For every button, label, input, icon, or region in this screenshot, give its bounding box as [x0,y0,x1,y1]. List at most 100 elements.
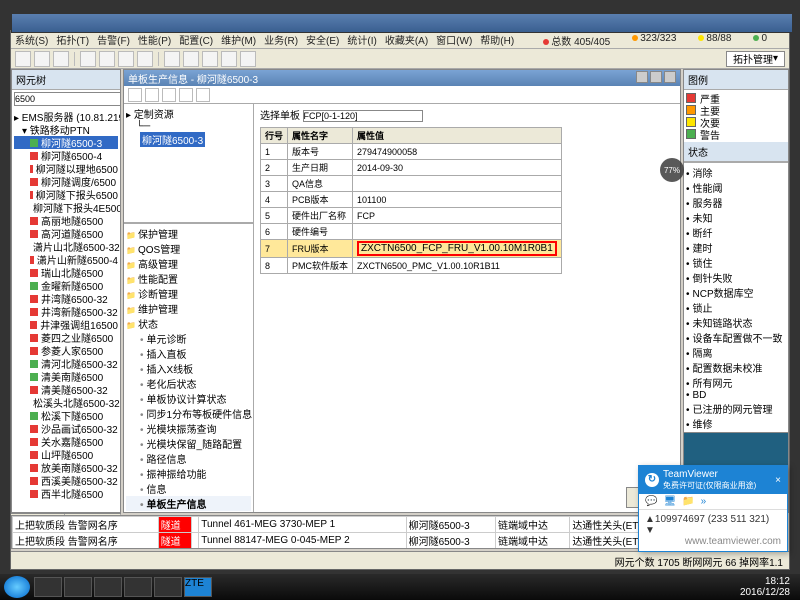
tool-button[interactable] [164,51,180,67]
nav-item[interactable]: 光模块振荡查询 [126,421,251,436]
menu-item[interactable]: 收藏夹(A) [385,32,428,47]
select-board-input[interactable] [303,110,423,122]
tool-button[interactable] [145,88,159,102]
menu-item[interactable]: 告警(F) [97,32,130,47]
nav-item[interactable]: 振神振给功能 [126,466,251,481]
nav-item[interactable]: 单元诊断 [126,331,251,346]
resource-root[interactable]: ▸ 定制资源 [126,106,251,121]
menu-item[interactable]: 帮助(H) [480,32,514,47]
nav-item[interactable]: 单板生产信息 [126,496,251,511]
tool-button[interactable] [15,51,31,67]
nav-folder[interactable]: 性能配置 [126,271,251,286]
resource-leaf[interactable]: 柳河隧6500-3 [140,132,205,147]
menu-item[interactable]: 性能(P) [138,32,171,47]
doc-content: 选择单板 行号属性名字属性值 1版本号2794749000582生产日期2014… [254,104,680,512]
table-row[interactable]: 8PMC软件版本ZXCTN6500_PMC_V1.00.10R1B11 [261,258,562,274]
task-item[interactable] [154,577,182,597]
nav-folder[interactable]: 状态 [126,316,251,331]
menu-item[interactable]: 窗口(W) [436,32,472,47]
nav-item[interactable]: 单板协议计算状态 [126,391,251,406]
statusbar: 网元个数 1705 断网网元 66 掉网率1.1 [11,551,789,569]
nav-item[interactable]: HOT_SWAP状态 [126,511,251,512]
tv-file-icon[interactable]: 📁 [682,496,694,507]
close-icon[interactable]: × [775,475,781,486]
tool-button[interactable] [196,88,210,102]
tool-button[interactable] [183,51,199,67]
alarm-row[interactable]: 上把软质段 告警网名序隧道Tunnel 461-MEG 3730-MEP 1柳河… [13,517,680,533]
nav-item[interactable]: 插入直板 [126,346,251,361]
tv-subtitle: 免费许可证(仅限商业用途) [663,480,756,491]
nav-folder[interactable]: 高级管理 [126,256,251,271]
tv-chat-icon[interactable]: 💬 [645,496,657,507]
tool-button[interactable] [80,51,96,67]
tool-button[interactable] [53,51,69,67]
mgmt-dropdown[interactable]: 拓扑管理 ▾ [726,51,785,67]
nav-item[interactable]: 路径信息 [126,451,251,466]
tv-link[interactable]: www.teamviewer.com [645,536,781,547]
state-item: 断纤 [686,225,786,240]
close-icon[interactable] [664,71,676,83]
menu-item[interactable]: 系统(S) [15,32,48,47]
teamviewer-popup: ↻ TeamViewer 免费许可证(仅限商业用途) × 💬 🖥 📁 » ▲10… [638,465,788,552]
menu-item[interactable]: 业务(R) [264,32,298,47]
nav-folder[interactable]: 维护管理 [126,301,251,316]
table-row[interactable]: 4PCB版本101100 [261,192,562,208]
tool-button[interactable] [118,51,134,67]
tv-title: TeamViewer [663,469,756,480]
tool-button[interactable] [221,51,237,67]
state-item: 锁住 [686,255,786,270]
table-row[interactable]: 7FRU版本ZXCTN6500_FCP_FRU_V1.00.10M1R0B1 [261,240,562,258]
ne-search-input[interactable] [14,92,121,106]
tool-button[interactable] [34,51,50,67]
nav-folder[interactable]: 保护管理 [126,226,251,241]
system-tray[interactable]: 18:122016/12/28 [740,576,796,598]
minimize-icon[interactable] [636,71,648,83]
task-item[interactable] [34,577,62,597]
menu-item[interactable]: 拓扑(T) [56,32,89,47]
tool-button[interactable] [99,51,115,67]
menu-item[interactable]: 统计(I) [347,32,376,47]
nav-item[interactable]: 信息 [126,481,251,496]
tool-button[interactable] [162,88,176,102]
nav-item[interactable]: 光模块保留_随路配置 [126,436,251,451]
tv-id: ▲109974697 (233 511 321) ▼ [645,514,781,536]
table-row[interactable]: 1版本号279474900058 [261,144,562,160]
tool-button[interactable] [128,88,142,102]
menu-item[interactable]: 配置(C) [179,32,213,47]
tv-screen-icon[interactable]: 🖥 [663,496,676,507]
task-item[interactable] [94,577,122,597]
task-item[interactable] [124,577,152,597]
maximize-icon[interactable] [650,71,662,83]
tool-button[interactable] [240,51,256,67]
task-item[interactable]: ZTE [184,577,212,597]
tv-more-icon[interactable]: » [701,496,707,507]
properties-table: 行号属性名字属性值 1版本号2794749000582生产日期2014-09-3… [260,127,562,274]
task-item[interactable] [64,577,92,597]
table-row[interactable]: 5硬件出厂名称FCP [261,208,562,224]
progress-badge: 77% [660,158,684,182]
table-row[interactable]: 6硬件编号 [261,224,562,240]
alarm-grid[interactable]: 上把软质段 告警网名序隧道Tunnel 461-MEG 3730-MEP 1柳河… [11,515,681,549]
legend-swatch: 警告 [686,128,786,140]
tool-button[interactable] [137,51,153,67]
state-item: 消除 [686,165,786,180]
table-row[interactable]: 2生产日期2014-09-30 [261,160,562,176]
nav-item[interactable]: 老化后状态 [126,376,251,391]
table-row[interactable]: 3QA信息 [261,176,562,192]
menu-item[interactable]: 安全(E) [306,32,339,47]
state-item: 锁止 [686,300,786,315]
state-item: 建时 [686,240,786,255]
alarm-row[interactable]: 上把软质段 告警网名序隧道Tunnel 88147-MEG 0-045-MEP … [13,533,680,549]
nav-item[interactable]: 同步1分布等板硬件信息 [126,406,251,421]
start-button[interactable] [4,576,30,598]
state-item: 配置数据未校准 [686,360,786,375]
state-item: 未知 [686,210,786,225]
nav-folder[interactable]: QOS管理 [126,241,251,256]
top-stats: 总数 405/405 323/323 88/88 0 [543,33,783,48]
nav-folder[interactable]: 诊断管理 [126,286,251,301]
tool-button[interactable] [202,51,218,67]
menu-item[interactable]: 维护(M) [221,32,256,47]
tool-button[interactable] [179,88,193,102]
windows-taskbar[interactable]: ZTE 18:122016/12/28 [0,574,800,600]
nav-item[interactable]: 插入X线板 [126,361,251,376]
